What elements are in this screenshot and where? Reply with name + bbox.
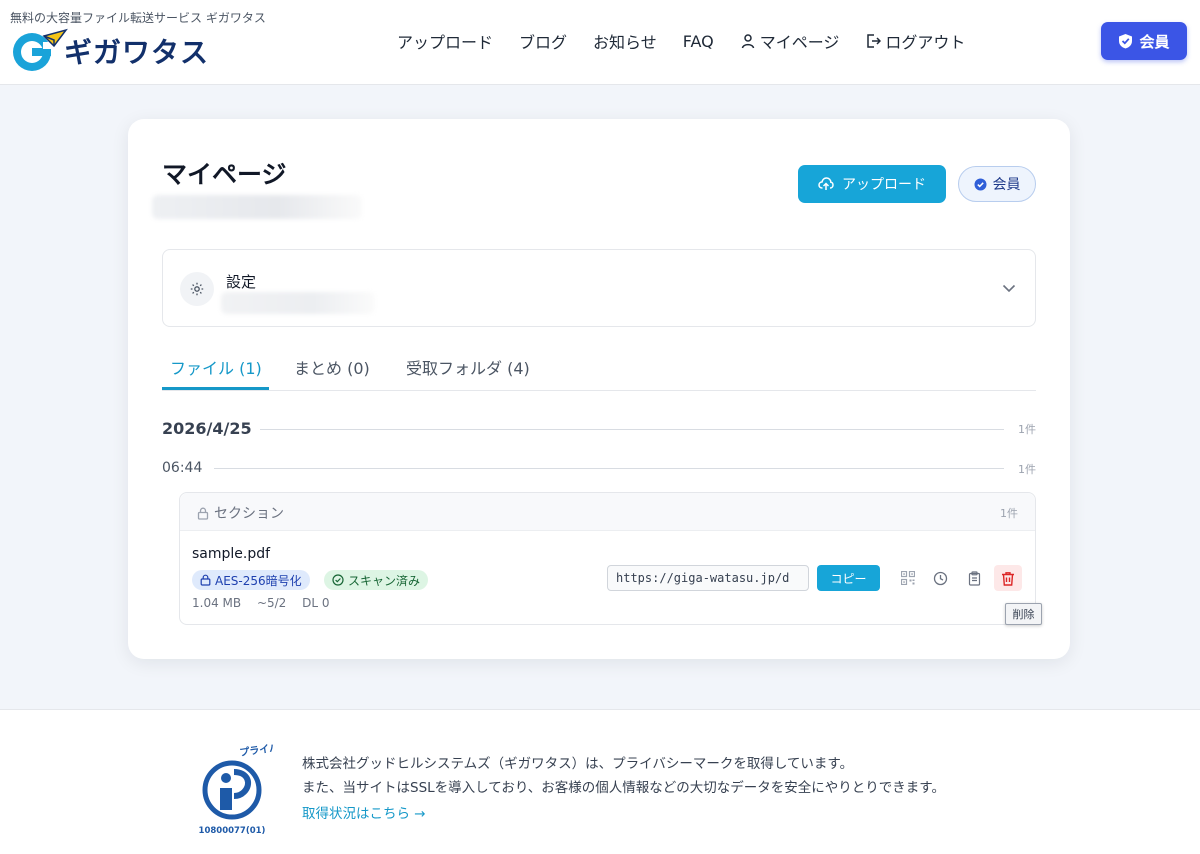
footer-ssl-text: また、当サイトはSSLを導入しており、お客様の個人情報などの大切なデータを安全に… bbox=[302, 780, 945, 796]
shield-check-icon bbox=[1119, 34, 1133, 49]
encryption-badge: AES-256暗号化 bbox=[192, 570, 310, 590]
privacy-mark-caption: プライバシー bbox=[239, 740, 274, 759]
time-divider bbox=[214, 468, 1004, 469]
active-tab-indicator bbox=[162, 387, 269, 390]
check-circle-icon bbox=[974, 178, 986, 190]
lock-icon bbox=[200, 574, 211, 586]
date-divider bbox=[260, 429, 1004, 430]
member-button-label: 会員 bbox=[1139, 32, 1170, 51]
gear-icon bbox=[180, 272, 214, 306]
member-status-label: 会員 bbox=[992, 177, 1021, 193]
time-group-label: 06:44 bbox=[162, 460, 203, 476]
upload-button[interactable]: アップロード bbox=[798, 165, 946, 203]
date-group-label: 2026/4/25 bbox=[162, 419, 252, 438]
nav-mypage[interactable]: マイページ bbox=[740, 29, 840, 53]
copy-url-button[interactable]: コピー bbox=[817, 565, 880, 591]
blurred-user-email bbox=[152, 195, 362, 219]
upload-button-label: アップロード bbox=[842, 177, 926, 193]
privacy-mark-number: 10800077(01) bbox=[199, 826, 266, 836]
date-group-count: 1件 bbox=[1018, 423, 1036, 436]
footer-privacy-text: 株式会社グッドヒルシステムズ（ギガワタス）は、プライバシーマークを取得しています… bbox=[302, 756, 854, 772]
scan-badge: スキャン済み bbox=[324, 570, 429, 590]
privacy-mark-logo: プライバシー 10800077(01) bbox=[190, 738, 300, 836]
date-group-header: 2026/4/25 1件 bbox=[162, 419, 1036, 441]
member-button[interactable]: 会員 bbox=[1101, 22, 1187, 60]
encryption-badge-label: AES-256暗号化 bbox=[215, 573, 302, 588]
site-header: 無料の大容量ファイル転送サービス ギガワタス ギガワタス アップロード ブログ … bbox=[0, 0, 1200, 85]
site-logo[interactable]: ギガワタス bbox=[10, 28, 209, 74]
clipboard-button[interactable] bbox=[960, 565, 988, 591]
tab-files[interactable]: ファイル (1) bbox=[170, 355, 262, 379]
section-title-label: セクション bbox=[214, 506, 284, 522]
file-size: 1.04 MB bbox=[192, 596, 242, 610]
member-status-badge: 会員 bbox=[958, 166, 1036, 202]
chevron-down-icon bbox=[1001, 280, 1017, 300]
file-tabs: ファイル (1) まとめ (0) 受取フォルダ (4) bbox=[162, 351, 1036, 391]
file-download-count: DL 0 bbox=[302, 596, 330, 610]
check-circle-icon bbox=[332, 574, 344, 586]
page-title: マイページ bbox=[162, 160, 287, 189]
delete-button[interactable] bbox=[994, 565, 1022, 591]
clipboard-icon bbox=[968, 570, 980, 586]
main-nav: アップロード ブログ お知らせ FAQ マイページ ログアウト bbox=[397, 29, 991, 53]
file-section: セクション 1件 sample.pdf AES-256暗号化 スキャン済み 1.… bbox=[179, 492, 1042, 625]
blurred-settings-summary bbox=[221, 292, 375, 314]
qr-code-button[interactable] bbox=[894, 565, 922, 591]
qr-code-icon bbox=[901, 571, 915, 585]
file-expiry: ~5/2 bbox=[256, 596, 287, 610]
nav-news[interactable]: お知らせ bbox=[593, 29, 657, 53]
section-header: セクション 1件 bbox=[180, 493, 1035, 531]
tab-inbox-folders[interactable]: 受取フォルダ (4) bbox=[406, 355, 530, 379]
nav-logout[interactable]: ログアウト bbox=[865, 29, 965, 53]
delete-tooltip: 削除 bbox=[1005, 603, 1042, 625]
mypage-card: マイページ アップロード 会員 設定 ファイル (1) まとめ (0) 受取フォ… bbox=[128, 119, 1070, 659]
site-tagline: 無料の大容量ファイル転送サービス ギガワタス bbox=[10, 11, 266, 25]
trash-icon bbox=[1002, 571, 1014, 586]
logout-icon bbox=[865, 33, 882, 49]
nav-logout-label: ログアウト bbox=[885, 33, 966, 52]
nav-faq[interactable]: FAQ bbox=[683, 32, 714, 51]
settings-accordion[interactable]: 設定 bbox=[162, 249, 1036, 327]
file-meta: 1.04 MB ~5/2 DL 0 bbox=[192, 596, 342, 610]
user-icon bbox=[740, 33, 756, 49]
time-group-count: 1件 bbox=[1018, 463, 1036, 476]
nav-mypage-label: マイページ bbox=[759, 33, 840, 52]
section-title: セクション bbox=[197, 503, 284, 523]
time-group-header: 06:44 1件 bbox=[162, 459, 1036, 479]
logo-text: ギガワタス bbox=[64, 36, 210, 69]
cloud-upload-icon bbox=[818, 177, 834, 190]
nav-blog[interactable]: ブログ bbox=[519, 29, 567, 53]
file-name: sample.pdf bbox=[192, 546, 271, 562]
expiry-button[interactable] bbox=[926, 565, 954, 591]
privacy-status-link[interactable]: 取得状況はこちら → bbox=[302, 802, 426, 822]
section-count: 1件 bbox=[1000, 507, 1018, 520]
clock-icon bbox=[933, 571, 947, 585]
settings-label: 設定 bbox=[226, 273, 257, 291]
scan-badge-label: スキャン済み bbox=[348, 573, 421, 588]
lock-icon bbox=[197, 507, 209, 520]
site-footer: プライバシー 10800077(01) 株式会社グッドヒルシステムズ（ギガワタス… bbox=[0, 709, 1200, 854]
tab-bundles[interactable]: まとめ (0) bbox=[294, 355, 370, 379]
share-url-field[interactable]: https://giga-watasu.jp/d bbox=[607, 565, 809, 591]
logo-mark-icon bbox=[10, 28, 68, 74]
nav-upload[interactable]: アップロード bbox=[397, 29, 493, 53]
